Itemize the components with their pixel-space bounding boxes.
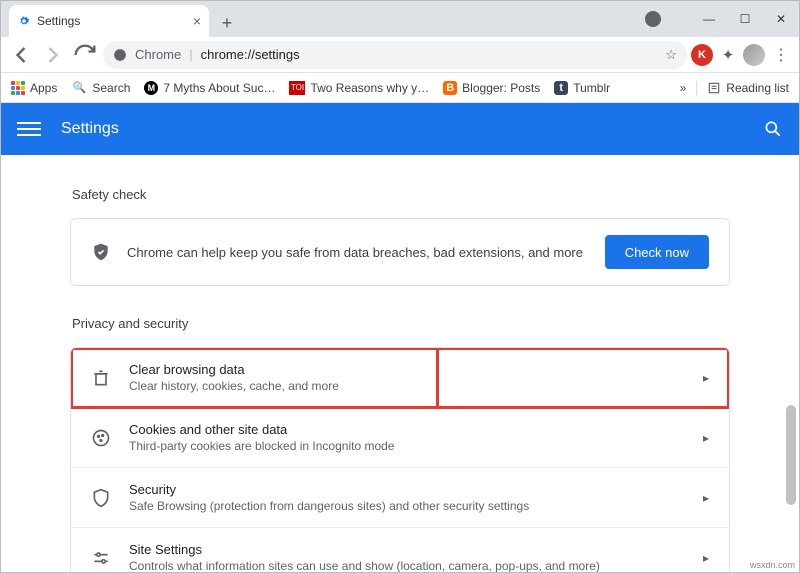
row-subtitle: Controls what information sites can use … <box>129 559 685 572</box>
url-chip: Chrome <box>135 47 181 62</box>
chevron-right-icon: ▸ <box>703 551 709 565</box>
search-icon: 🔍 <box>71 80 87 96</box>
url-text: chrome://settings <box>201 47 300 62</box>
privacy-heading: Privacy and security <box>72 316 730 331</box>
safety-check-card: Chrome can help keep you safe from data … <box>70 218 730 286</box>
cookies-row[interactable]: Cookies and other site data Third-party … <box>71 408 729 468</box>
shield-check-icon <box>91 242 111 262</box>
tab-title: Settings <box>37 14 80 28</box>
reading-list-icon <box>707 81 721 95</box>
security-row[interactable]: Security Safe Browsing (protection from … <box>71 468 729 528</box>
row-subtitle: Third-party cookies are blocked in Incog… <box>129 439 685 453</box>
row-title: Cookies and other site data <box>129 422 685 437</box>
incognito-avatar-icon[interactable] <box>645 11 661 27</box>
row-title: Clear browsing data <box>129 362 685 377</box>
hamburger-menu-button[interactable] <box>17 117 41 141</box>
trash-icon <box>91 368 111 388</box>
site-settings-row[interactable]: Site Settings Controls what information … <box>71 528 729 572</box>
extension-k-icon[interactable]: K <box>691 44 713 66</box>
forward-button[interactable] <box>39 41 67 69</box>
back-button[interactable] <box>7 41 35 69</box>
bookmark-tumblr[interactable]: t Tumblr <box>554 81 610 95</box>
window-minimize-button[interactable]: — <box>691 5 727 33</box>
bookmark-myths[interactable]: M 7 Myths About Suc… <box>144 81 275 95</box>
toi-icon: TOI <box>289 81 305 95</box>
address-bar[interactable]: Chrome | chrome://settings ☆ <box>103 41 687 69</box>
row-subtitle: Safe Browsing (protection from dangerous… <box>129 499 685 513</box>
check-now-button[interactable]: Check now <box>605 235 709 269</box>
chevron-right-icon: ▸ <box>703 431 709 445</box>
blogger-icon: B <box>443 81 457 95</box>
settings-search-button[interactable] <box>763 119 783 139</box>
tumblr-icon: t <box>554 81 568 95</box>
row-subtitle: Clear history, cookies, cache, and more <box>129 379 685 393</box>
watermark: wsxdn.com <box>750 560 795 570</box>
safety-check-text: Chrome can help keep you safe from data … <box>127 245 589 260</box>
browser-tab[interactable]: Settings × <box>9 5 209 37</box>
sliders-icon <box>91 548 111 568</box>
chrome-menu-button[interactable]: ⋮ <box>769 45 793 65</box>
extensions-puzzle-icon[interactable]: ✦ <box>717 44 739 66</box>
close-tab-icon[interactable]: × <box>193 13 201 29</box>
privacy-list: Clear browsing data Clear history, cooki… <box>70 347 730 572</box>
scrollbar-thumb[interactable] <box>786 405 796 505</box>
gear-icon <box>17 14 31 28</box>
bookmark-search[interactable]: 🔍 Search <box>71 80 130 96</box>
reload-button[interactable] <box>71 41 99 69</box>
bookmark-two-reasons[interactable]: TOI Two Reasons why y… <box>289 81 429 95</box>
row-title: Site Settings <box>129 542 685 557</box>
new-tab-button[interactable]: + <box>213 9 241 37</box>
bookmarks-overflow-button[interactable]: » <box>680 81 687 95</box>
browser-toolbar: Chrome | chrome://settings ☆ K ✦ ⋮ <box>1 37 799 73</box>
profile-avatar-icon[interactable] <box>743 44 765 66</box>
chevron-right-icon: ▸ <box>703 371 709 385</box>
bookmark-star-icon[interactable]: ☆ <box>665 47 677 63</box>
safety-check-heading: Safety check <box>72 187 730 202</box>
cookie-icon <box>91 428 111 448</box>
bookmark-blogger[interactable]: B Blogger: Posts <box>443 81 540 95</box>
shield-icon <box>91 488 111 508</box>
chevron-right-icon: ▸ <box>703 491 709 505</box>
clear-browsing-data-row[interactable]: Clear browsing data Clear history, cooki… <box>71 348 729 408</box>
medium-icon: M <box>144 81 158 95</box>
bookmark-apps[interactable]: Apps <box>11 81 57 95</box>
row-title: Security <box>129 482 685 497</box>
window-close-button[interactable]: ✕ <box>763 5 799 33</box>
window-titlebar: Settings × + — ☐ ✕ <box>1 1 799 37</box>
bookmarks-bar: Apps 🔍 Search M 7 Myths About Suc… TOI T… <box>1 73 799 103</box>
window-maximize-button[interactable]: ☐ <box>727 5 763 33</box>
site-info-icon[interactable] <box>113 48 127 62</box>
apps-grid-icon <box>11 81 25 95</box>
settings-header: Settings <box>1 103 799 155</box>
settings-content: Safety check Chrome can help keep you sa… <box>1 155 799 572</box>
page-title: Settings <box>61 120 119 138</box>
reading-list-button[interactable]: Reading list <box>696 81 789 95</box>
